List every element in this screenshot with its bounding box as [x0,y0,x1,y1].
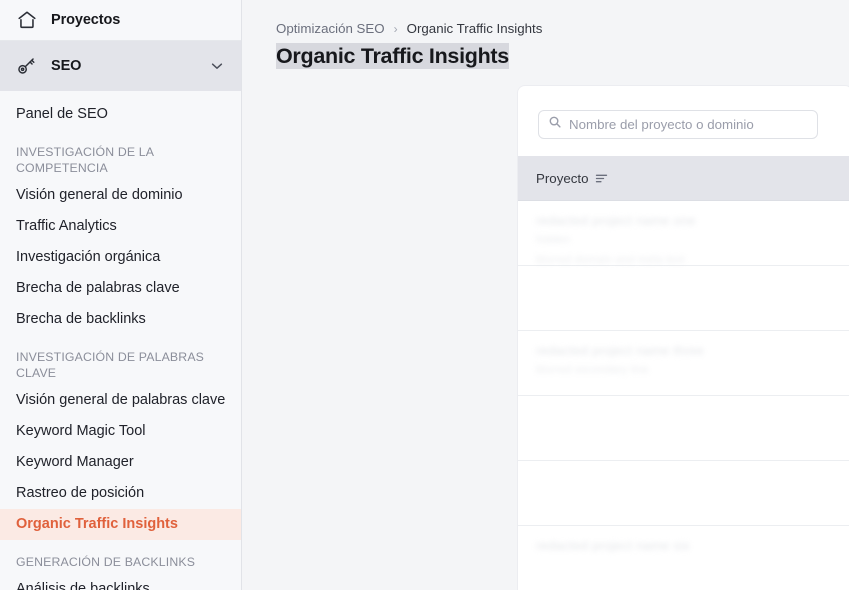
table-header-row: Proyecto Sesiones orgánicas [518,156,849,201]
sidebar-section-seo[interactable]: SEO [0,41,241,91]
key-icon [16,55,38,77]
sidebar-item-organic-traffic-insights[interactable]: Organic Traffic Insights [0,509,241,540]
breadcrumb: Optimización SEO › Organic Traffic Insig… [242,0,849,36]
projects-table: Proyecto Sesiones orgánicas [518,156,849,590]
sidebar-nav-list: Panel de SEOINVESTIGACIÓN DE LA COMPETEN… [0,91,241,590]
home-icon [16,9,38,31]
sidebar-item-brecha-de-backlinks[interactable]: Brecha de backlinks [0,304,241,335]
breadcrumb-current: Organic Traffic Insights [407,21,543,36]
breadcrumb-separator-icon: › [394,22,398,36]
sidebar-item-rastreo-de-posici-n[interactable]: Rastreo de posición [0,478,241,509]
sort-icon[interactable] [595,172,608,185]
chevron-down-icon[interactable] [209,58,225,74]
table-row[interactable]: redacted project name six1.4K+36% [518,526,849,590]
sidebar-item-visi-n-general-de-palabras-clave[interactable]: Visión general de palabras clave [0,385,241,416]
card-toolbar [518,86,849,139]
search-box[interactable] [538,110,818,139]
sidebar-item-visi-n-general-de-dominio[interactable]: Visión general de dominio [0,180,241,211]
app-root: Proyectos SEO Panel de SEOINVESTIGACIÓN … [0,0,849,590]
sidebar-item-keyword-magic-tool[interactable]: Keyword Magic Tool [0,416,241,447]
sidebar-item-traffic-analytics[interactable]: Traffic Analytics [0,211,241,242]
sidebar: Proyectos SEO Panel de SEOINVESTIGACIÓN … [0,0,242,590]
cell-project[interactable]: redacted project name three blurred secon… [518,331,849,395]
page-title: Organic Traffic Insights [276,43,509,69]
main-content: Optimización SEO › Organic Traffic Insig… [242,0,849,590]
sidebar-item-keyword-manager[interactable]: Keyword Manager [0,447,241,478]
sidebar-item-an-lisis-de-backlinks[interactable]: Análisis de backlinks [0,574,241,590]
project-name-redacted: redacted project name three [536,343,849,358]
cell-project[interactable] [518,461,849,525]
project-name-redacted: blurred secondary line [536,363,849,378]
sidebar-item-panel-de-seo[interactable]: Panel de SEO [0,99,241,130]
table-row[interactable]: 223+19% [518,461,849,526]
sidebar-group-label: INVESTIGACIÓN DE LA COMPETENCIA [0,130,241,180]
cell-project[interactable] [518,266,849,330]
cell-project[interactable] [518,396,849,460]
search-input[interactable] [569,117,808,132]
cell-project[interactable]: redacted project name six [518,526,849,590]
table-row[interactable]: redacted project name three blurred secon… [518,331,849,396]
sidebar-item-brecha-de-palabras-clave[interactable]: Brecha de palabras clave [0,273,241,304]
sidebar-item-proyectos[interactable]: Proyectos [0,0,241,41]
table-body: redacted project name onehiddenblurred d… [518,201,849,590]
project-name-redacted: redacted project name one [536,213,849,228]
table-row[interactable]: Configurar [518,266,849,331]
column-header-proyecto-label: Proyecto [536,171,588,186]
table-row[interactable]: redacted project name onehiddenblurred d… [518,201,849,266]
sidebar-group-label: INVESTIGACIÓN DE PALABRAS CLAVE [0,335,241,385]
project-name-redacted: redacted project name six [536,538,849,553]
cell-project[interactable]: redacted project name onehiddenblurred d… [518,201,849,265]
breadcrumb-parent[interactable]: Optimización SEO [276,21,385,36]
search-icon [548,115,562,134]
sidebar-group-label: GENERACIÓN DE BACKLINKS [0,540,241,574]
sidebar-seo-label: SEO [51,58,196,74]
projects-card: Proyecto Sesiones orgánicas [517,85,849,590]
table-row[interactable]: Configurar [518,396,849,461]
sidebar-item-investigaci-n-org-nica[interactable]: Investigación orgánica [0,242,241,273]
column-header-proyecto[interactable]: Proyecto [518,156,849,201]
sidebar-proyectos-label: Proyectos [51,12,120,28]
project-name-redacted: hidden [536,233,849,248]
